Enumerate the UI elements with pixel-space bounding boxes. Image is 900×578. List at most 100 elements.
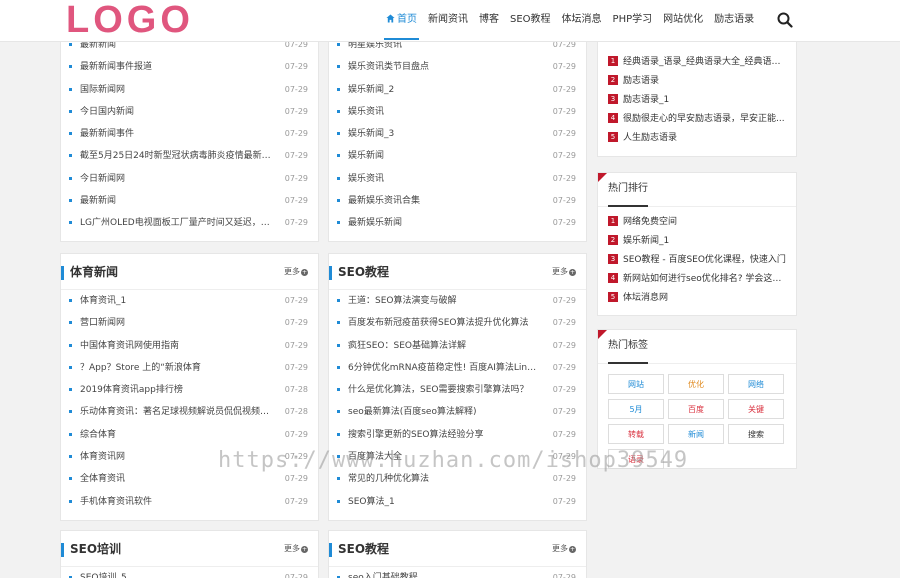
rank-item[interactable]: 5 体坛消息网 [608, 289, 786, 308]
nav-item[interactable]: PHP学习 [613, 0, 653, 40]
seo-tutorial-panel-header: SEO教程 更多 + [329, 531, 586, 567]
rank-item[interactable]: 5 人生励志语录 [608, 129, 786, 148]
rank-item[interactable]: 3 SEO教程 - 百度SEO优化课程，快速入门 [608, 251, 786, 270]
rank-item[interactable]: 3 励志语录_1 [608, 91, 786, 110]
article-date: 07-29 [552, 129, 576, 139]
nav-item[interactable]: 网站优化 [663, 0, 703, 40]
rank-item[interactable]: 2 励志语录 [608, 72, 786, 91]
article-link[interactable]: 营口新闻网 [80, 312, 272, 334]
article-link[interactable]: 娱乐新闻_2 [348, 79, 540, 101]
article-link[interactable]: 疯狂SEO：SEO基础算法详解 [348, 335, 540, 357]
article-link[interactable]: SEO培训_5 [80, 567, 272, 578]
tag-link[interactable]: 搜索 [728, 424, 784, 444]
article-link[interactable]: 今日国内新闻 [80, 101, 272, 123]
sports-panel: 体育新闻 更多 + 体育资讯_1 07-29 营口新闻网 07-29 中国体育资讯网使用指… [60, 253, 319, 521]
bullet-icon [337, 132, 340, 136]
list-item: 手机体育资讯软件 07-29 [69, 491, 308, 513]
article-link[interactable]: 最新娱乐新闻 [348, 212, 540, 234]
list-item: 全体育资讯 07-29 [69, 468, 308, 490]
article-link[interactable]: 最新新闻事件 [80, 123, 272, 145]
article-link[interactable]: 常见的几种优化算法 [348, 468, 540, 490]
list-item: 娱乐资讯 07-29 [337, 168, 576, 190]
tag-link[interactable]: 网络 [728, 374, 784, 394]
site-logo[interactable]: LOGO [66, 0, 194, 40]
more-link[interactable]: 更多 + [552, 531, 576, 567]
article-link[interactable]: 百度算法大全 [348, 446, 540, 468]
article-link[interactable]: 娱乐资讯 [348, 101, 540, 123]
article-link[interactable]: 手机体育资讯软件 [80, 491, 272, 513]
article-link[interactable]: 体育资讯网 [80, 446, 272, 468]
article-link[interactable]: 全体育资讯 [80, 468, 272, 490]
article-link[interactable]: 娱乐资讯 [348, 168, 540, 190]
article-link[interactable]: 综合体育 [80, 424, 272, 446]
sports-panel-header: 体育新闻 更多 + [61, 254, 318, 290]
article-link[interactable]: seo入门基础教程 [348, 567, 540, 578]
article-link[interactable]: seo最新算法(百度seo算法解释) [348, 401, 540, 423]
bullet-icon [337, 321, 340, 325]
nav-item[interactable]: 博客 [479, 0, 499, 40]
article-link[interactable]: 最新新闻事件报道 [80, 56, 272, 78]
article-link[interactable]: 国际新闻网 [80, 79, 272, 101]
tag-link[interactable]: 百度 [668, 399, 724, 419]
rank-item[interactable]: 1 网络免费空间 [608, 213, 786, 232]
article-link[interactable]: 娱乐新闻 [348, 145, 540, 167]
article-link[interactable]: 百度发布新冠疫苗获得SEO算法提升优化算法 [348, 312, 540, 334]
article-link[interactable]: 6分钟优化mRNA疫苗稳定性! 百度AI算法Linear... [348, 357, 540, 379]
rank-item[interactable]: 2 娱乐新闻_1 [608, 232, 786, 251]
article-date: 07-29 [552, 340, 576, 350]
list-item: 截至5月25日24时新型冠状病毒肺炎疫情最新情况 07-29 [69, 145, 308, 167]
article-link[interactable]: 最新娱乐资讯合集 [348, 190, 540, 212]
more-link[interactable]: 更多 + [552, 254, 576, 290]
more-link[interactable]: 更多 + [284, 531, 308, 567]
rank-number: 1 [608, 216, 618, 226]
article-date: 07-28 [284, 407, 308, 417]
article-date: 07-29 [284, 106, 308, 116]
tag-link[interactable]: 新闻 [668, 424, 724, 444]
list-item: 什么是优化算法，SEO需要搜索引擎算法吗？ 07-29 [337, 379, 576, 401]
list-item: 最新娱乐资讯合集 07-29 [337, 190, 576, 212]
seo-training-list: SEO培训_5 07-29 [61, 567, 318, 578]
bullet-icon [337, 477, 340, 481]
bullet-icon [69, 455, 72, 459]
tag-link[interactable]: 优化 [668, 374, 724, 394]
search-icon[interactable] [777, 12, 793, 28]
article-link[interactable]: SEO算法_1 [348, 491, 540, 513]
article-link[interactable]: 中国体育资讯网使用指南 [80, 335, 272, 357]
article-date: 07-29 [284, 218, 308, 228]
article-link[interactable]: 今日新闻网 [80, 168, 272, 190]
bullet-icon [337, 365, 340, 369]
tag-link[interactable]: 5月 [608, 399, 664, 419]
article-link[interactable]: 体育资讯_1 [80, 290, 272, 312]
rank-number: 3 [608, 254, 618, 264]
nav-item[interactable]: 励志语录 [714, 0, 754, 40]
nav-item[interactable]: 体坛消息 [562, 0, 602, 40]
tag-link[interactable]: 网站 [608, 374, 664, 394]
side-title: 热门排行 [608, 173, 648, 207]
nav-item[interactable]: SEO教程 [510, 0, 551, 40]
nav-item[interactable]: 首页 [384, 0, 419, 40]
list-item: 娱乐资讯类节目盘点 07-29 [337, 56, 576, 78]
tag-link[interactable]: 关键 [728, 399, 784, 419]
article-link[interactable]: 娱乐资讯类节目盘点 [348, 56, 540, 78]
tag-link[interactable]: 语录 [608, 449, 664, 469]
tag-link[interactable]: 转载 [608, 424, 664, 444]
article-link[interactable]: 乐动体育资讯：著名足球视频解说员侃侃视频大... [80, 401, 272, 423]
rank-item[interactable]: 4 新网站如何进行seo优化排名? 学会这3... [608, 270, 786, 289]
article-link[interactable]: 娱乐新闻_3 [348, 123, 540, 145]
rank-item[interactable]: 1 经典语录_语录_经典语录大全_经典语句... [608, 53, 786, 72]
article-link[interactable]: 最新新闻 [80, 190, 272, 212]
article-link[interactable]: 截至5月25日24时新型冠状病毒肺炎疫情最新情况 [80, 145, 272, 167]
article-link[interactable]: LG广州OLED电视面板工厂量产时间又延迟，将... [80, 212, 272, 234]
bullet-icon [337, 455, 340, 459]
rank-item[interactable]: 4 很励很走心的早安励志语录，早安正能... [608, 110, 786, 129]
more-link[interactable]: 更多 + [284, 254, 308, 290]
article-link[interactable]: 王道：SEO算法演变与破解 [348, 290, 540, 312]
nav-item[interactable]: 新闻资讯 [428, 0, 468, 40]
rank-title: 体坛消息网 [623, 293, 669, 303]
article-link[interactable]: 什么是优化算法，SEO需要搜索引擎算法吗？ [348, 379, 540, 401]
list-item: SEO培训_5 07-29 [69, 567, 308, 578]
article-link[interactable]: 搜索引擎更新的SEO算法经验分享 [348, 424, 540, 446]
article-link[interactable]: 2019体育资讯app排行榜 [80, 379, 272, 401]
list-item: 娱乐资讯 07-29 [337, 101, 576, 123]
article-link[interactable]: ？App？Store 上的“新浪体育 [80, 357, 272, 379]
